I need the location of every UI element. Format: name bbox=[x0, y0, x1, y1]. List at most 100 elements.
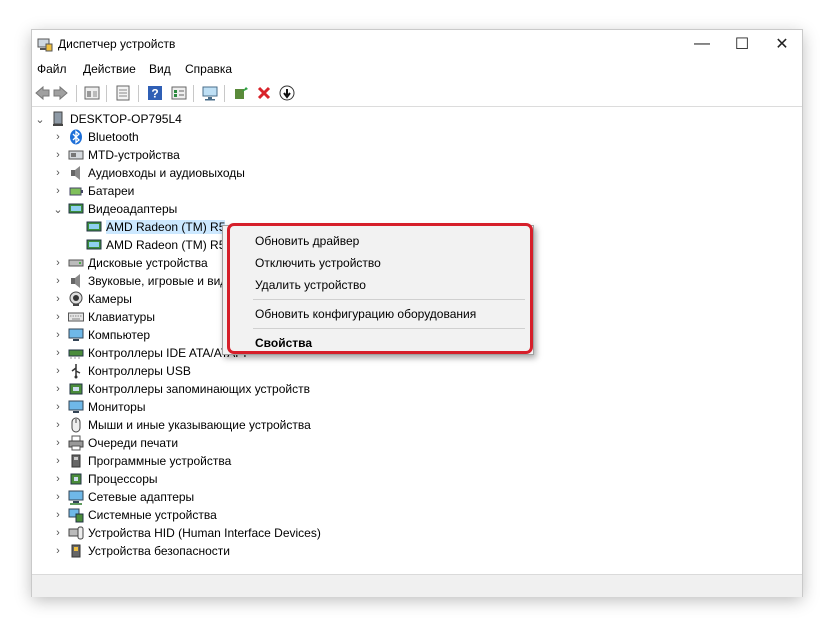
chevron-right-icon[interactable]: › bbox=[52, 542, 64, 560]
usb-icon bbox=[68, 363, 84, 379]
tree-root[interactable]: ⌄ DESKTOP-OP795L4 bbox=[34, 110, 182, 128]
tree-item-display-adapters[interactable]: ⌄ Видеоадаптеры bbox=[52, 200, 177, 218]
chevron-right-icon[interactable]: › bbox=[52, 452, 64, 470]
tree-item-bluetooth[interactable]: › Bluetooth bbox=[52, 128, 139, 146]
minimize-button[interactable]: — bbox=[682, 30, 722, 58]
tree-item-amd-radeon-1[interactable]: AMD Radeon (TM) R5 bbox=[70, 218, 226, 236]
chevron-right-icon[interactable]: › bbox=[52, 416, 64, 434]
tree-item-mice[interactable]: › Мыши и иные указывающие устройства bbox=[52, 416, 311, 434]
chevron-right-icon[interactable]: › bbox=[52, 434, 64, 452]
tree-item-monitors[interactable]: › Мониторы bbox=[52, 398, 145, 416]
tree-item-cameras[interactable]: › Камеры bbox=[52, 290, 132, 308]
view-icon[interactable] bbox=[170, 84, 188, 102]
chevron-right-icon[interactable]: › bbox=[52, 488, 64, 506]
tree-label: Аудиовходы и аудиовыходы bbox=[88, 166, 245, 180]
tree-label: Bluetooth bbox=[88, 130, 139, 144]
chevron-right-icon[interactable]: › bbox=[52, 146, 64, 164]
tree-label: Сетевые адаптеры bbox=[88, 490, 195, 504]
menu-action[interactable]: Действие bbox=[83, 62, 136, 76]
menu-view[interactable]: Вид bbox=[149, 62, 171, 76]
tree-item-disk-drives[interactable]: › Дисковые устройства bbox=[52, 254, 208, 272]
chevron-right-icon[interactable]: › bbox=[52, 128, 64, 146]
tree-label: Мыши и иные указывающие устройства bbox=[88, 418, 311, 432]
back-icon[interactable] bbox=[33, 84, 51, 102]
chevron-right-icon[interactable]: › bbox=[52, 182, 64, 200]
chevron-right-icon[interactable]: › bbox=[52, 524, 64, 542]
chevron-right-icon[interactable]: › bbox=[52, 290, 64, 308]
system-device-icon bbox=[68, 507, 84, 523]
svg-text:?: ? bbox=[151, 87, 158, 101]
computer-icon bbox=[50, 111, 66, 127]
monitor-icon bbox=[68, 399, 84, 415]
tree-label: Устройства HID (Human Interface Devices) bbox=[88, 526, 321, 540]
chevron-right-icon[interactable]: › bbox=[52, 344, 64, 362]
tree-item-amd-radeon-2[interactable]: AMD Radeon (TM) R5 bbox=[70, 236, 225, 254]
tree-label: Контроллеры USB bbox=[88, 364, 191, 378]
display-adapter-icon bbox=[86, 219, 102, 235]
tree-item-print-queues[interactable]: › Очереди печати bbox=[52, 434, 178, 452]
close-button[interactable]: ✕ bbox=[762, 30, 802, 58]
tree-label: Процессоры bbox=[88, 472, 158, 486]
tree-label: Компьютер bbox=[88, 328, 151, 342]
chevron-right-icon[interactable]: › bbox=[52, 470, 64, 488]
update-driver-icon[interactable] bbox=[232, 84, 250, 102]
window-title: Диспетчер устройств bbox=[58, 37, 176, 51]
chevron-down-icon[interactable]: ⌄ bbox=[34, 110, 46, 128]
toolbar-separator bbox=[193, 85, 194, 102]
tree-item-processors[interactable]: › Процессоры bbox=[52, 470, 158, 488]
tree-item-keyboards[interactable]: › Клавиатуры bbox=[52, 308, 155, 326]
tree-item-security-devices[interactable]: › Устройства безопасности bbox=[52, 542, 230, 560]
chevron-right-icon[interactable]: › bbox=[52, 380, 64, 398]
chevron-right-icon[interactable]: › bbox=[52, 164, 64, 182]
maximize-icon: ☐ bbox=[734, 36, 750, 53]
scan-hardware-icon[interactable] bbox=[201, 84, 219, 102]
chevron-right-icon[interactable]: › bbox=[52, 308, 64, 326]
tree-item-usb-controllers[interactable]: › Контроллеры USB bbox=[52, 362, 191, 380]
keyboard-icon bbox=[68, 309, 84, 325]
tree-item-computer[interactable]: › Компьютер bbox=[52, 326, 150, 344]
chevron-right-icon[interactable]: › bbox=[52, 326, 64, 344]
chevron-right-icon[interactable]: › bbox=[52, 254, 64, 272]
tree-label: Клавиатуры bbox=[88, 310, 155, 324]
tree-item-mtd[interactable]: › MTD-устройства bbox=[52, 146, 180, 164]
forward-icon[interactable] bbox=[52, 84, 70, 102]
properties-icon[interactable] bbox=[114, 84, 132, 102]
tree-item-storage-controllers[interactable]: › Контроллеры запоминающих устройств bbox=[52, 380, 310, 398]
help-icon[interactable]: ? bbox=[146, 84, 164, 102]
menu-help[interactable]: Справка bbox=[185, 62, 232, 76]
tree-item-batteries[interactable]: › Батареи bbox=[52, 182, 134, 200]
tree-label: Системные устройства bbox=[88, 508, 217, 522]
tree-item-hid[interactable]: › Устройства HID (Human Interface Device… bbox=[52, 524, 321, 542]
chevron-down-icon[interactable]: ⌄ bbox=[52, 200, 64, 218]
uninstall-icon[interactable] bbox=[255, 84, 273, 102]
tree-label: Контроллеры запоминающих устройств bbox=[88, 382, 310, 396]
storage-controller-icon bbox=[68, 381, 84, 397]
mouse-icon bbox=[68, 417, 84, 433]
maximize-button[interactable]: ☐ bbox=[722, 30, 762, 58]
menu-bar: Файл Действие Вид Справка bbox=[32, 58, 802, 80]
annotation-highlight-frame bbox=[227, 223, 533, 354]
chevron-right-icon[interactable]: › bbox=[52, 506, 64, 524]
toolbar-separator bbox=[76, 85, 77, 102]
tree-item-network-adapters[interactable]: › Сетевые адаптеры bbox=[52, 488, 194, 506]
tree-label: Камеры bbox=[88, 292, 132, 306]
display-adapter-icon bbox=[86, 237, 102, 253]
tree-item-system-devices[interactable]: › Системные устройства bbox=[52, 506, 217, 524]
tree-item-audio-io[interactable]: › Аудиовходы и аудиовыходы bbox=[52, 164, 245, 182]
tree-label: AMD Radeon (TM) R5 bbox=[106, 220, 226, 234]
device-manager-app-icon bbox=[37, 36, 53, 52]
tree-item-software-devices[interactable]: › Программные устройства bbox=[52, 452, 231, 470]
chevron-right-icon[interactable]: › bbox=[52, 362, 64, 380]
show-hidden-icon[interactable] bbox=[83, 84, 101, 102]
title-bar[interactable]: Диспетчер устройств — ☐ ✕ bbox=[32, 30, 802, 58]
chevron-right-icon[interactable]: › bbox=[52, 272, 64, 290]
tree-item-ide-controllers[interactable]: › Контроллеры IDE ATA/ATAPI bbox=[52, 344, 247, 362]
monitor-icon bbox=[68, 327, 84, 343]
minimize-icon: — bbox=[694, 35, 710, 52]
disk-drive-icon bbox=[68, 255, 84, 271]
disable-icon[interactable] bbox=[278, 84, 296, 102]
menu-file[interactable]: Файл bbox=[37, 62, 67, 76]
speaker-icon bbox=[68, 165, 84, 181]
chevron-right-icon[interactable]: › bbox=[52, 398, 64, 416]
